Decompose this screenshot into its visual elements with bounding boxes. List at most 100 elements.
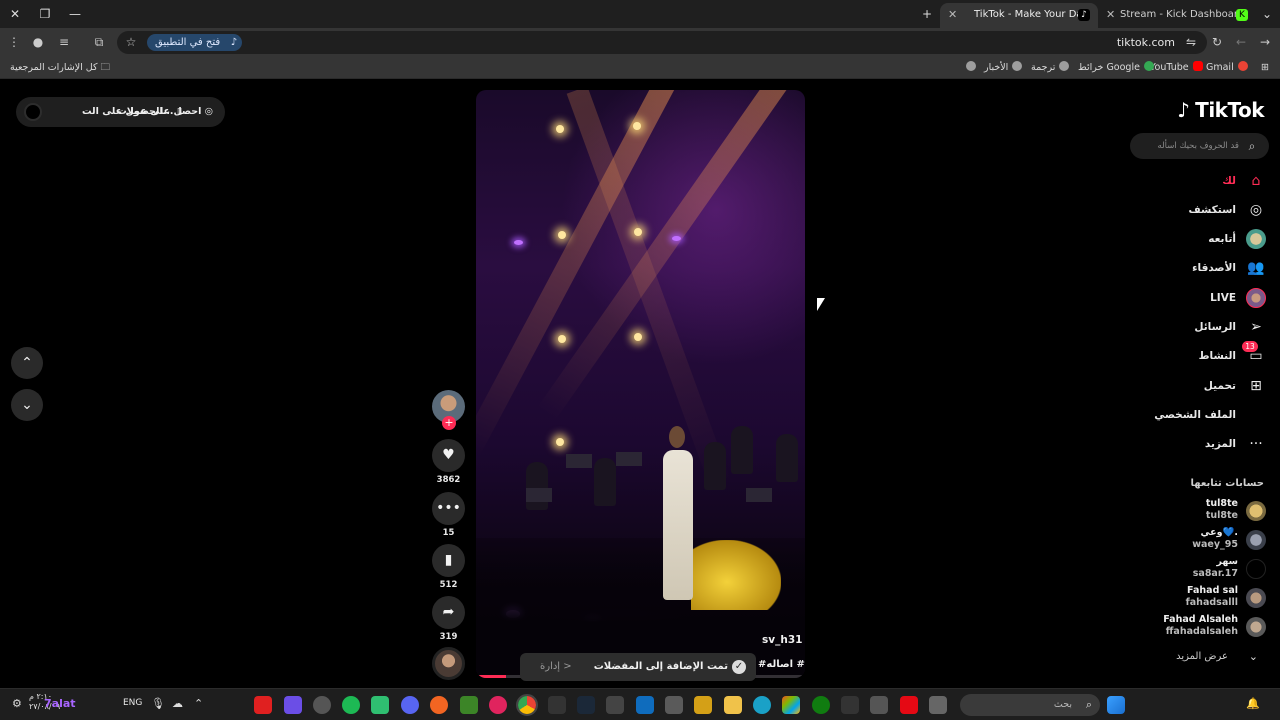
- file-explorer-icon[interactable]: [724, 696, 742, 714]
- app-icon[interactable]: [606, 696, 624, 714]
- nav-activity[interactable]: ▭ 13 النشاط: [1116, 341, 1266, 369]
- heart-icon[interactable]: ♥: [432, 439, 465, 472]
- bookmark-youtube[interactable]: YouTube: [1150, 60, 1203, 76]
- settings-icon[interactable]: [870, 696, 888, 714]
- app-icon[interactable]: [371, 696, 389, 714]
- bookmark-star-icon[interactable]: ☆: [123, 34, 139, 50]
- language-indicator[interactable]: ENG: [123, 698, 142, 708]
- url-text[interactable]: tiktok.com: [1117, 31, 1175, 54]
- network-icon[interactable]: ⚙: [12, 697, 22, 710]
- followed-account[interactable]: سهر sa8ar.17: [1126, 556, 1266, 582]
- notifications-icon[interactable]: 🔔: [1246, 697, 1260, 710]
- nav-explore[interactable]: ◎ استكشف: [1116, 197, 1266, 223]
- followed-account[interactable]: Fahad Alsaleh ffahadalsaleh: [1126, 614, 1266, 640]
- nav-more[interactable]: ··· المزيد: [1116, 431, 1266, 457]
- toggle-circle[interactable]: [24, 103, 42, 121]
- app-icon[interactable]: [548, 696, 566, 714]
- app-icon[interactable]: [489, 696, 507, 714]
- youtube-app-icon[interactable]: [254, 696, 272, 714]
- reload-icon[interactable]: ↻: [1209, 34, 1225, 50]
- weather-widget[interactable]: 7alat: [44, 697, 76, 710]
- nav-following[interactable]: أتابعه: [1116, 226, 1266, 252]
- share-action[interactable]: ➦ 319: [432, 596, 465, 642]
- save-action[interactable]: ▮ 512: [432, 544, 465, 590]
- minimize-window-icon[interactable]: —: [64, 4, 86, 24]
- edge-icon[interactable]: [753, 696, 771, 714]
- bookmark-icon[interactable]: ▮: [432, 544, 465, 577]
- media-icon[interactable]: ≡: [56, 34, 72, 50]
- tab-tiktok[interactable]: ✕ TikTok - Make Your Day ♪: [940, 3, 1098, 28]
- app-icon[interactable]: [284, 696, 302, 714]
- bookmark-gmail[interactable]: Gmail: [1206, 60, 1248, 76]
- close-tab-icon[interactable]: ✕: [948, 3, 957, 26]
- share-icon[interactable]: ➦: [432, 596, 465, 629]
- tiktok-logo[interactable]: ♪ TikTok: [1177, 98, 1264, 122]
- profile-icon[interactable]: ●: [30, 34, 46, 50]
- menu-icon[interactable]: ⋮: [6, 34, 22, 50]
- nav-live[interactable]: LIVE: [1116, 285, 1266, 311]
- bookmark-news[interactable]: الأخبار: [984, 60, 1023, 76]
- app-icon[interactable]: [841, 696, 859, 714]
- address-bar[interactable]: ☆ فتح في التطبيق ♪ tiktok.com ⇋: [117, 31, 1207, 54]
- extensions-icon[interactable]: ⧉: [91, 34, 107, 50]
- microphone-icon[interactable]: 🎙: [151, 697, 165, 710]
- xbox-icon[interactable]: [812, 696, 830, 714]
- search-icon[interactable]: ⌕: [1245, 139, 1259, 153]
- next-video-button[interactable]: ⌄: [11, 389, 43, 421]
- close-tab-icon[interactable]: ✕: [1106, 3, 1115, 26]
- search-input[interactable]: قد الحروف بحيك اسأله ⌕: [1130, 133, 1269, 159]
- video-hashtags[interactable]: #اصاله #: [758, 659, 805, 670]
- restore-window-icon[interactable]: ❐: [34, 4, 56, 24]
- outlook-icon[interactable]: [636, 696, 654, 714]
- nav-messages[interactable]: ➢ الرسائل: [1116, 314, 1266, 340]
- music-disc-avatar[interactable]: [432, 647, 465, 680]
- store-icon[interactable]: [665, 696, 683, 714]
- get-coins-promo[interactable]: الحصول على الت... ▯ احصل على عملات ◎: [16, 97, 225, 127]
- followed-account[interactable]: tul8te tul8te: [1126, 498, 1266, 524]
- back-icon[interactable]: →: [1257, 34, 1273, 50]
- close-window-icon[interactable]: ✕: [4, 4, 26, 24]
- cloud-icon[interactable]: ☁: [172, 697, 183, 710]
- apps-grid-icon[interactable]: ⊞: [1261, 60, 1269, 76]
- app-icon[interactable]: [430, 696, 448, 714]
- nav-for-you[interactable]: ⌂ لك: [1116, 168, 1266, 194]
- forward-icon[interactable]: ←: [1233, 34, 1249, 50]
- tab-search-icon[interactable]: ⌄: [1256, 4, 1278, 24]
- bookmark-maps[interactable]: خرائط Google: [1078, 60, 1154, 76]
- followed-account[interactable]: وعي💙. waey_95: [1126, 527, 1266, 553]
- stage-light: [558, 335, 566, 343]
- followed-account[interactable]: Fahad sal fahadsalll: [1126, 585, 1266, 611]
- comment-action[interactable]: ••• 15: [432, 492, 465, 538]
- new-tab-icon[interactable]: +: [916, 4, 938, 24]
- all-bookmarks[interactable]: كل الإشارات المرجعية 🗀: [10, 60, 110, 76]
- task-view-icon[interactable]: [929, 696, 947, 714]
- nav-friends[interactable]: 👥 الأصدقاء: [1116, 255, 1266, 281]
- nav-profile[interactable]: الملف الشخصي: [1116, 402, 1266, 428]
- get-coins-label[interactable]: احصل على عملات ◎: [117, 97, 213, 127]
- app-icon[interactable]: [694, 696, 712, 714]
- open-in-app-button[interactable]: فتح في التطبيق ♪: [147, 34, 243, 51]
- steam-icon[interactable]: [577, 696, 595, 714]
- app-icon[interactable]: [313, 696, 331, 714]
- see-more-button[interactable]: عرض المزيد ⌄: [1126, 648, 1266, 666]
- copilot-icon[interactable]: [782, 696, 800, 714]
- start-windows-icon[interactable]: [1107, 696, 1125, 714]
- bookmark-translate[interactable]: ترجمة: [1031, 60, 1070, 76]
- video-player[interactable]: sv_h31 #اصاله #: [476, 90, 805, 678]
- discord-icon[interactable]: [401, 696, 419, 714]
- follow-plus-icon[interactable]: +: [442, 416, 456, 430]
- site-info-icon[interactable]: ⇋: [1183, 34, 1199, 50]
- spotify-icon[interactable]: [342, 696, 360, 714]
- tab-kick[interactable]: ✕ Stream - Kick Dashboard K: [1098, 3, 1256, 28]
- manage-link[interactable]: إدارة >: [540, 653, 572, 681]
- taskbar-search[interactable]: بحث ⌕: [960, 694, 1100, 716]
- netflix-icon[interactable]: [900, 696, 918, 714]
- previous-video-button[interactable]: ⌃: [11, 347, 43, 379]
- comment-icon[interactable]: •••: [432, 492, 465, 525]
- chevron-up-icon[interactable]: ⌃: [194, 697, 203, 710]
- minecraft-icon[interactable]: [460, 696, 478, 714]
- like-action[interactable]: ♥ 3862: [432, 439, 465, 485]
- nav-upload[interactable]: ⊞ تحميل: [1116, 373, 1266, 399]
- chrome-icon[interactable]: [516, 694, 538, 716]
- video-username[interactable]: sv_h31: [762, 634, 802, 646]
